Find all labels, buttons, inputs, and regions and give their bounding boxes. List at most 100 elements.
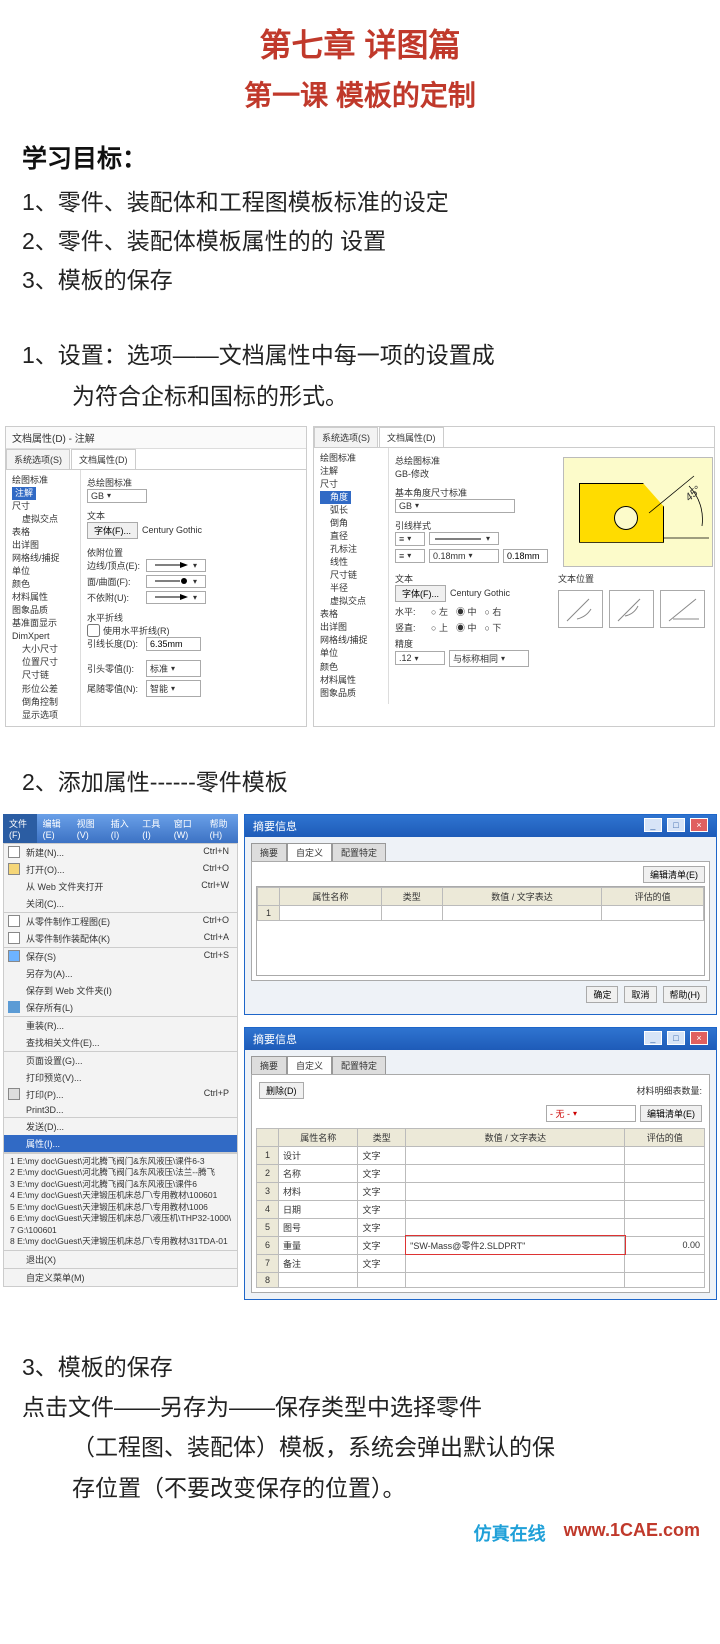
std-combo[interactable]: GB bbox=[87, 489, 147, 503]
lead-style-combo[interactable]: ≡ bbox=[395, 532, 425, 546]
cell-name[interactable]: 备注 bbox=[279, 1254, 358, 1272]
cell-eval[interactable]: 0.00 bbox=[625, 1236, 705, 1254]
font-button[interactable]: 字体(F)... bbox=[87, 522, 138, 539]
cell-type[interactable]: 文字 bbox=[358, 1164, 406, 1182]
menu-item[interactable]: 属性(I)... bbox=[4, 1135, 237, 1153]
cell[interactable] bbox=[381, 905, 442, 920]
tree-drawing-std[interactable]: 绘图标准 bbox=[12, 474, 74, 487]
tree-diameter[interactable]: 直径 bbox=[320, 530, 382, 543]
menu-help[interactable]: 帮助(H) bbox=[204, 814, 238, 843]
tree-grid[interactable]: 网格线/捕捉 bbox=[12, 552, 74, 565]
tree-chain[interactable]: 尺寸链 bbox=[12, 669, 74, 682]
maximize-icon[interactable]: □ bbox=[667, 818, 685, 832]
tab-system-options[interactable]: 系统选项(S) bbox=[314, 427, 378, 447]
textpos-opt-3[interactable] bbox=[660, 590, 705, 628]
radio-middle[interactable]: 中 bbox=[456, 621, 477, 634]
menu-window[interactable]: 窗口(W) bbox=[168, 814, 204, 843]
tree-radius[interactable]: 半径 bbox=[320, 582, 382, 595]
cell-type[interactable]: 文字 bbox=[358, 1218, 406, 1236]
recent-file-item[interactable]: 1 E:\my doc\Guest\河北腾飞阀门&东风液压\课件6-3 bbox=[10, 1156, 231, 1167]
cell-type[interactable]: 文字 bbox=[358, 1182, 406, 1200]
menu-edit[interactable]: 编辑(E) bbox=[37, 814, 71, 843]
tree-image-qual[interactable]: 图象品质 bbox=[12, 604, 74, 617]
cell-name[interactable]: 设计 bbox=[279, 1146, 358, 1164]
cell[interactable] bbox=[442, 905, 601, 920]
menu-item[interactable]: 发送(D)... bbox=[4, 1118, 237, 1135]
cell-expr[interactable] bbox=[406, 1182, 625, 1200]
help-button[interactable]: 帮助(H) bbox=[663, 986, 708, 1003]
tree-pos-dim[interactable]: 位置尺寸 bbox=[12, 656, 74, 669]
cell-name[interactable]: 重量 bbox=[279, 1236, 358, 1254]
recent-file-item[interactable]: 8 E:\my doc\Guest\天津锻压机床总厂\专用教材\31TDA-01 bbox=[10, 1236, 231, 1247]
menu-item[interactable]: 查找相关文件(E)... bbox=[4, 1034, 237, 1052]
menu-item[interactable]: 关闭(C)... bbox=[4, 895, 237, 913]
menu-view[interactable]: 视图(V) bbox=[71, 814, 105, 843]
trailzero-combo[interactable]: 智能 bbox=[146, 680, 201, 697]
lead-line-combo[interactable] bbox=[429, 532, 499, 545]
menu-item[interactable]: 从零件制作装配体(K)Ctrl+A bbox=[4, 930, 237, 948]
radio-center[interactable]: 中 bbox=[456, 605, 477, 618]
cell-name[interactable]: 名称 bbox=[279, 1164, 358, 1182]
recent-file-item[interactable]: 5 E:\my doc\Guest\天津锻压机床总厂\专用教材\1006 bbox=[10, 1202, 231, 1213]
menu-item[interactable]: 保存(S)Ctrl+S bbox=[4, 948, 237, 965]
tree-a[interactable]: 绘图标准 注解 尺寸 虚拟交点 表格 出详图 网格线/捕捉 单位 颜色 材料属性… bbox=[6, 470, 81, 726]
tab-config[interactable]: 配置特定 bbox=[332, 1056, 386, 1074]
menu-file[interactable]: 文件(F) bbox=[3, 814, 37, 843]
hbreak-checkbox[interactable] bbox=[87, 624, 100, 637]
maximize-icon[interactable]: □ bbox=[667, 1031, 685, 1045]
tree-units[interactable]: 单位 bbox=[12, 565, 74, 578]
tree-arclen[interactable]: 弧长 bbox=[320, 504, 382, 517]
prec-same-combo[interactable]: 与标称相同 bbox=[449, 650, 529, 667]
tree-size-dim[interactable]: 大小尺寸 bbox=[12, 643, 74, 656]
edit-list-button[interactable]: 编辑清单(E) bbox=[640, 1105, 702, 1122]
cell-type[interactable] bbox=[358, 1272, 406, 1287]
tab-doc-props[interactable]: 文档属性(D) bbox=[71, 449, 136, 469]
tree-units[interactable]: 单位 bbox=[320, 647, 382, 660]
tree-disp-opts[interactable]: 显示选项 bbox=[12, 709, 74, 722]
tree-colors[interactable]: 颜色 bbox=[320, 661, 382, 674]
cell-expr[interactable]: "SW-Mass@零件2.SLDPRT" bbox=[406, 1236, 625, 1254]
base-std-combo[interactable]: GB bbox=[395, 499, 515, 513]
cell[interactable] bbox=[602, 905, 704, 920]
tab-config[interactable]: 配置特定 bbox=[332, 843, 386, 861]
menu-item[interactable]: 从 Web 文件夹打开Ctrl+W bbox=[4, 878, 237, 895]
tab-system-options[interactable]: 系统选项(S) bbox=[6, 449, 70, 469]
cell-eval[interactable] bbox=[625, 1182, 705, 1200]
face-arrow-combo[interactable] bbox=[146, 575, 206, 588]
tab-summary[interactable]: 摘要 bbox=[251, 1056, 287, 1074]
tree-virtual-pt[interactable]: 虚拟交点 bbox=[320, 595, 382, 608]
ok-button[interactable]: 确定 bbox=[586, 986, 618, 1003]
cell-name[interactable]: 日期 bbox=[279, 1200, 358, 1218]
cell-expr[interactable] bbox=[406, 1200, 625, 1218]
recent-file-item[interactable]: 4 E:\my doc\Guest\天津锻压机床总厂\专用教材\100601 bbox=[10, 1190, 231, 1201]
tree-dimension[interactable]: 尺寸 bbox=[320, 478, 382, 491]
tree-table[interactable]: 表格 bbox=[320, 608, 382, 621]
tree-image-qual[interactable]: 图象品质 bbox=[320, 687, 382, 700]
bom-qty-combo[interactable]: - 无 - bbox=[546, 1105, 636, 1122]
radio-left[interactable]: 左 bbox=[431, 605, 448, 618]
recent-file-item[interactable]: 3 E:\my doc\Guest\河北腾飞阀门&东风液压\课件6 bbox=[10, 1179, 231, 1190]
tree-table[interactable]: 表格 bbox=[12, 526, 74, 539]
menu-insert[interactable]: 插入(I) bbox=[105, 814, 136, 843]
tab-custom[interactable]: 自定义 bbox=[287, 1056, 332, 1074]
cell-expr[interactable] bbox=[406, 1218, 625, 1236]
lead-wt-combo[interactable]: 0.18mm bbox=[429, 549, 499, 563]
cell-type[interactable]: 文字 bbox=[358, 1254, 406, 1272]
delete-button[interactable]: 删除(D) bbox=[259, 1082, 304, 1099]
cell-expr[interactable] bbox=[406, 1254, 625, 1272]
cell-expr[interactable] bbox=[406, 1164, 625, 1182]
menu-item[interactable]: 保存所有(L) bbox=[4, 999, 237, 1017]
cell-type[interactable]: 文字 bbox=[358, 1236, 406, 1254]
tree-linear[interactable]: 线性 bbox=[320, 556, 382, 569]
lead-wt-input[interactable] bbox=[503, 549, 548, 563]
tree-colors[interactable]: 颜色 bbox=[12, 578, 74, 591]
tree-detailing[interactable]: 出详图 bbox=[12, 539, 74, 552]
minimize-icon[interactable]: _ bbox=[644, 818, 662, 832]
menu-item[interactable]: Print3D... bbox=[4, 1103, 237, 1118]
menu-item[interactable]: 另存为(A)... bbox=[4, 965, 237, 982]
cell-name[interactable]: 图号 bbox=[279, 1218, 358, 1236]
tree-angle[interactable]: 角度 bbox=[320, 491, 351, 504]
cell-eval[interactable] bbox=[625, 1146, 705, 1164]
lead-wt-icon-combo[interactable]: ≡ bbox=[395, 549, 425, 563]
tab-custom[interactable]: 自定义 bbox=[287, 843, 332, 861]
